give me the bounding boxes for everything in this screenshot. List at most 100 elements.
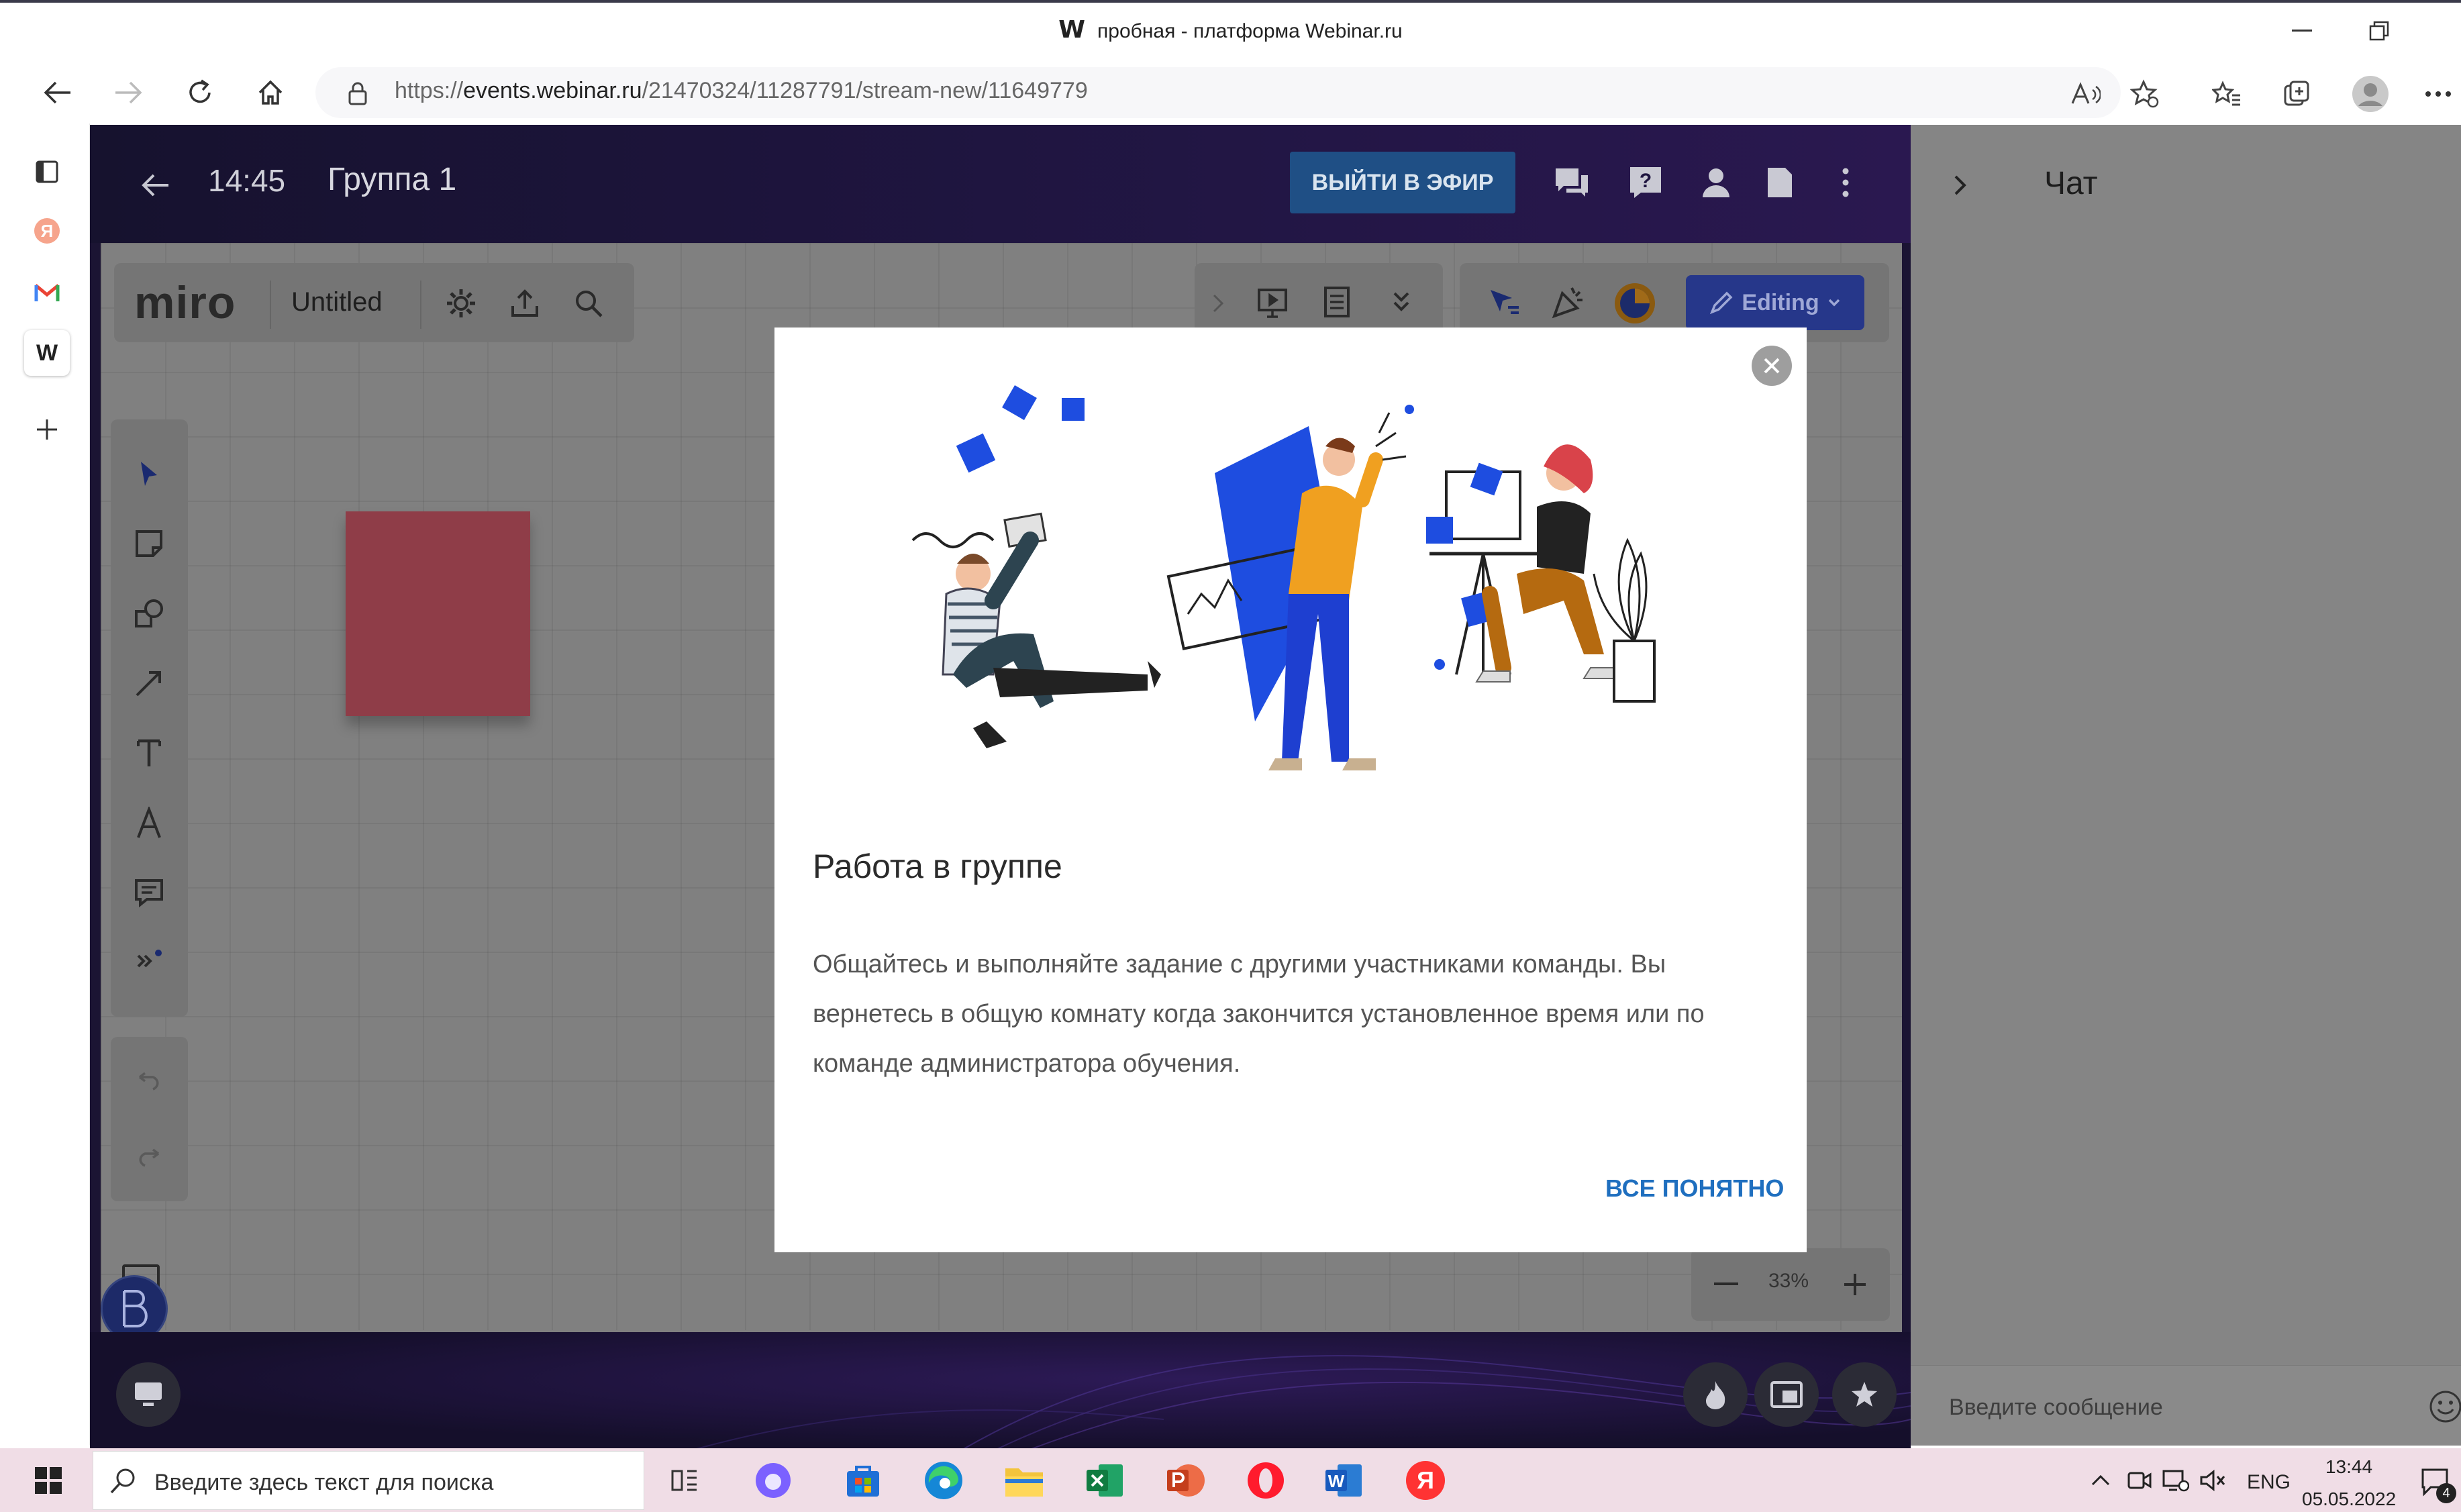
search-magnifier-icon bbox=[105, 1463, 141, 1499]
shapes-tool-icon[interactable] bbox=[126, 591, 172, 636]
home-icon[interactable] bbox=[250, 72, 291, 113]
lock-icon[interactable] bbox=[341, 77, 374, 110]
zoom-in-icon[interactable] bbox=[1834, 1263, 1876, 1306]
reactions-button[interactable] bbox=[1683, 1362, 1748, 1427]
teams-chat-icon[interactable] bbox=[750, 1458, 796, 1503]
webinar-icon: W bbox=[36, 340, 58, 366]
store-icon[interactable] bbox=[840, 1458, 886, 1503]
chat-toggle-icon[interactable] bbox=[1550, 161, 1593, 204]
notification-count-badge: 4 bbox=[2436, 1483, 2456, 1503]
gmail-icon bbox=[34, 284, 60, 301]
comment-tool-icon[interactable] bbox=[126, 870, 172, 915]
board-title[interactable]: Untitled bbox=[291, 287, 383, 317]
user-avatar[interactable] bbox=[1612, 281, 1658, 326]
pen-tool-icon[interactable] bbox=[126, 800, 172, 846]
chat-panel bbox=[1911, 125, 2461, 1446]
share-upload-icon[interactable] bbox=[503, 282, 546, 325]
add-tab-icon[interactable] bbox=[28, 411, 66, 448]
undo-icon[interactable] bbox=[126, 1058, 172, 1103]
zoom-level: 33% bbox=[1768, 1270, 1809, 1292]
clock-date[interactable]: 05.05.2022 bbox=[2302, 1489, 2396, 1510]
sticky-note[interactable] bbox=[346, 511, 530, 716]
chevron-down-icon bbox=[1828, 299, 1840, 307]
windows-start-icon[interactable] bbox=[28, 1460, 68, 1501]
url-prefix: https:// bbox=[395, 78, 464, 103]
collapse-chat-icon[interactable] bbox=[1943, 164, 1978, 207]
window-title-text: пробная - платформа Webinar.ru bbox=[1097, 20, 1403, 42]
taskbar-search-placeholder[interactable]: Введите здесь текст для поиска bbox=[154, 1470, 493, 1496]
yandex-letter: Я bbox=[1406, 1461, 1445, 1500]
network-icon[interactable] bbox=[2160, 1464, 2192, 1497]
sidebar-gmail-tab[interactable] bbox=[28, 274, 66, 311]
search-icon[interactable] bbox=[567, 282, 610, 325]
file-explorer-icon[interactable] bbox=[1001, 1458, 1047, 1503]
url-host: events.webinar.ru bbox=[463, 78, 642, 103]
yandex-browser-icon[interactable]: Я bbox=[1403, 1458, 1448, 1503]
opera-icon[interactable] bbox=[1243, 1458, 1289, 1503]
pencil-icon bbox=[1710, 291, 1733, 315]
dialog-title: Работа в группе bbox=[813, 848, 1062, 885]
chevron-right-icon[interactable] bbox=[1201, 282, 1235, 325]
profile-avatar-icon[interactable] bbox=[2349, 72, 2392, 115]
cursor-arrow-icon[interactable] bbox=[1483, 281, 1526, 323]
editing-mode-button[interactable]: Editing bbox=[1686, 275, 1864, 330]
screen-share-button[interactable] bbox=[116, 1362, 181, 1427]
chat-message-input[interactable]: Введите сообщение bbox=[1949, 1395, 2163, 1421]
back-icon[interactable] bbox=[37, 72, 77, 113]
task-view-icon[interactable] bbox=[662, 1458, 707, 1503]
layout-button[interactable] bbox=[1754, 1362, 1819, 1427]
url-path: /21470324/11287791/stream-new/11649779 bbox=[642, 78, 1088, 103]
restore-button[interactable] bbox=[2352, 12, 2406, 50]
keyboard-language[interactable]: ENG bbox=[2247, 1471, 2291, 1494]
more-menu-icon[interactable] bbox=[2419, 75, 2457, 113]
favorite-button[interactable] bbox=[1832, 1362, 1897, 1427]
excel-icon[interactable] bbox=[1082, 1458, 1127, 1503]
clock-time[interactable]: 13:44 bbox=[2302, 1456, 2396, 1478]
webinar-back-icon[interactable] bbox=[134, 164, 176, 206]
sticky-note-tool-icon[interactable] bbox=[126, 521, 172, 566]
connection-line-tool-icon[interactable] bbox=[126, 660, 172, 706]
materials-icon[interactable] bbox=[1758, 161, 1801, 204]
session-timer: 14:45 bbox=[208, 163, 286, 198]
close-dialog-button[interactable] bbox=[1752, 346, 1792, 386]
more-tools-icon[interactable] bbox=[126, 940, 172, 985]
dialog-message: Общайтесь и выполняйте задание с другими… bbox=[813, 950, 1705, 1078]
celebrate-icon[interactable] bbox=[1547, 281, 1590, 323]
meet-now-icon[interactable] bbox=[2123, 1464, 2156, 1497]
participants-icon[interactable] bbox=[1695, 161, 1738, 204]
minimize-button[interactable] bbox=[2275, 12, 2329, 50]
add-favorite-icon[interactable] bbox=[2126, 75, 2164, 113]
forward-icon[interactable] bbox=[109, 72, 149, 113]
expand-more-icon[interactable] bbox=[1380, 281, 1423, 323]
collections-icon[interactable] bbox=[2278, 75, 2316, 113]
read-aloud-icon[interactable] bbox=[2067, 75, 2105, 113]
edge-browser-icon[interactable] bbox=[921, 1458, 966, 1503]
chat-title: Чат bbox=[2044, 166, 2098, 201]
sidebar-yandex-tab[interactable]: Я bbox=[28, 212, 66, 250]
notes-icon[interactable] bbox=[1315, 281, 1358, 323]
powerpoint-icon[interactable] bbox=[1162, 1458, 1208, 1503]
volume-muted-icon[interactable] bbox=[2197, 1464, 2229, 1497]
redo-icon[interactable] bbox=[126, 1134, 172, 1180]
star-icon bbox=[1852, 1382, 1877, 1407]
reload-icon[interactable] bbox=[180, 72, 220, 113]
sidebar-webinar-tab[interactable]: W bbox=[24, 330, 70, 376]
emoji-icon[interactable] bbox=[2427, 1388, 2461, 1425]
tab-actions-icon[interactable] bbox=[28, 153, 66, 191]
confirm-button[interactable]: ВСЕ ПОНЯТНО bbox=[1605, 1174, 1784, 1203]
divider bbox=[270, 281, 271, 329]
favorites-icon[interactable] bbox=[2208, 75, 2246, 113]
monitor-icon bbox=[135, 1382, 162, 1406]
select-tool-icon[interactable] bbox=[126, 451, 172, 497]
text-tool-icon[interactable] bbox=[126, 730, 172, 776]
webinar-more-icon[interactable] bbox=[1824, 161, 1867, 204]
url-text[interactable]: https://events.webinar.ru/21470324/11287… bbox=[395, 78, 1088, 104]
presentation-icon[interactable] bbox=[1251, 281, 1294, 323]
go-live-button[interactable]: ВЫЙТИ В ЭФИР bbox=[1290, 152, 1515, 213]
zoom-out-icon[interactable] bbox=[1705, 1263, 1748, 1306]
webinar-footer bbox=[90, 1332, 1911, 1450]
word-icon[interactable]: W bbox=[1321, 1458, 1366, 1503]
question-icon[interactable]: ? bbox=[1624, 161, 1667, 204]
show-hidden-icons-chevron-up-icon[interactable] bbox=[2085, 1464, 2117, 1497]
settings-gear-icon[interactable] bbox=[440, 282, 483, 325]
